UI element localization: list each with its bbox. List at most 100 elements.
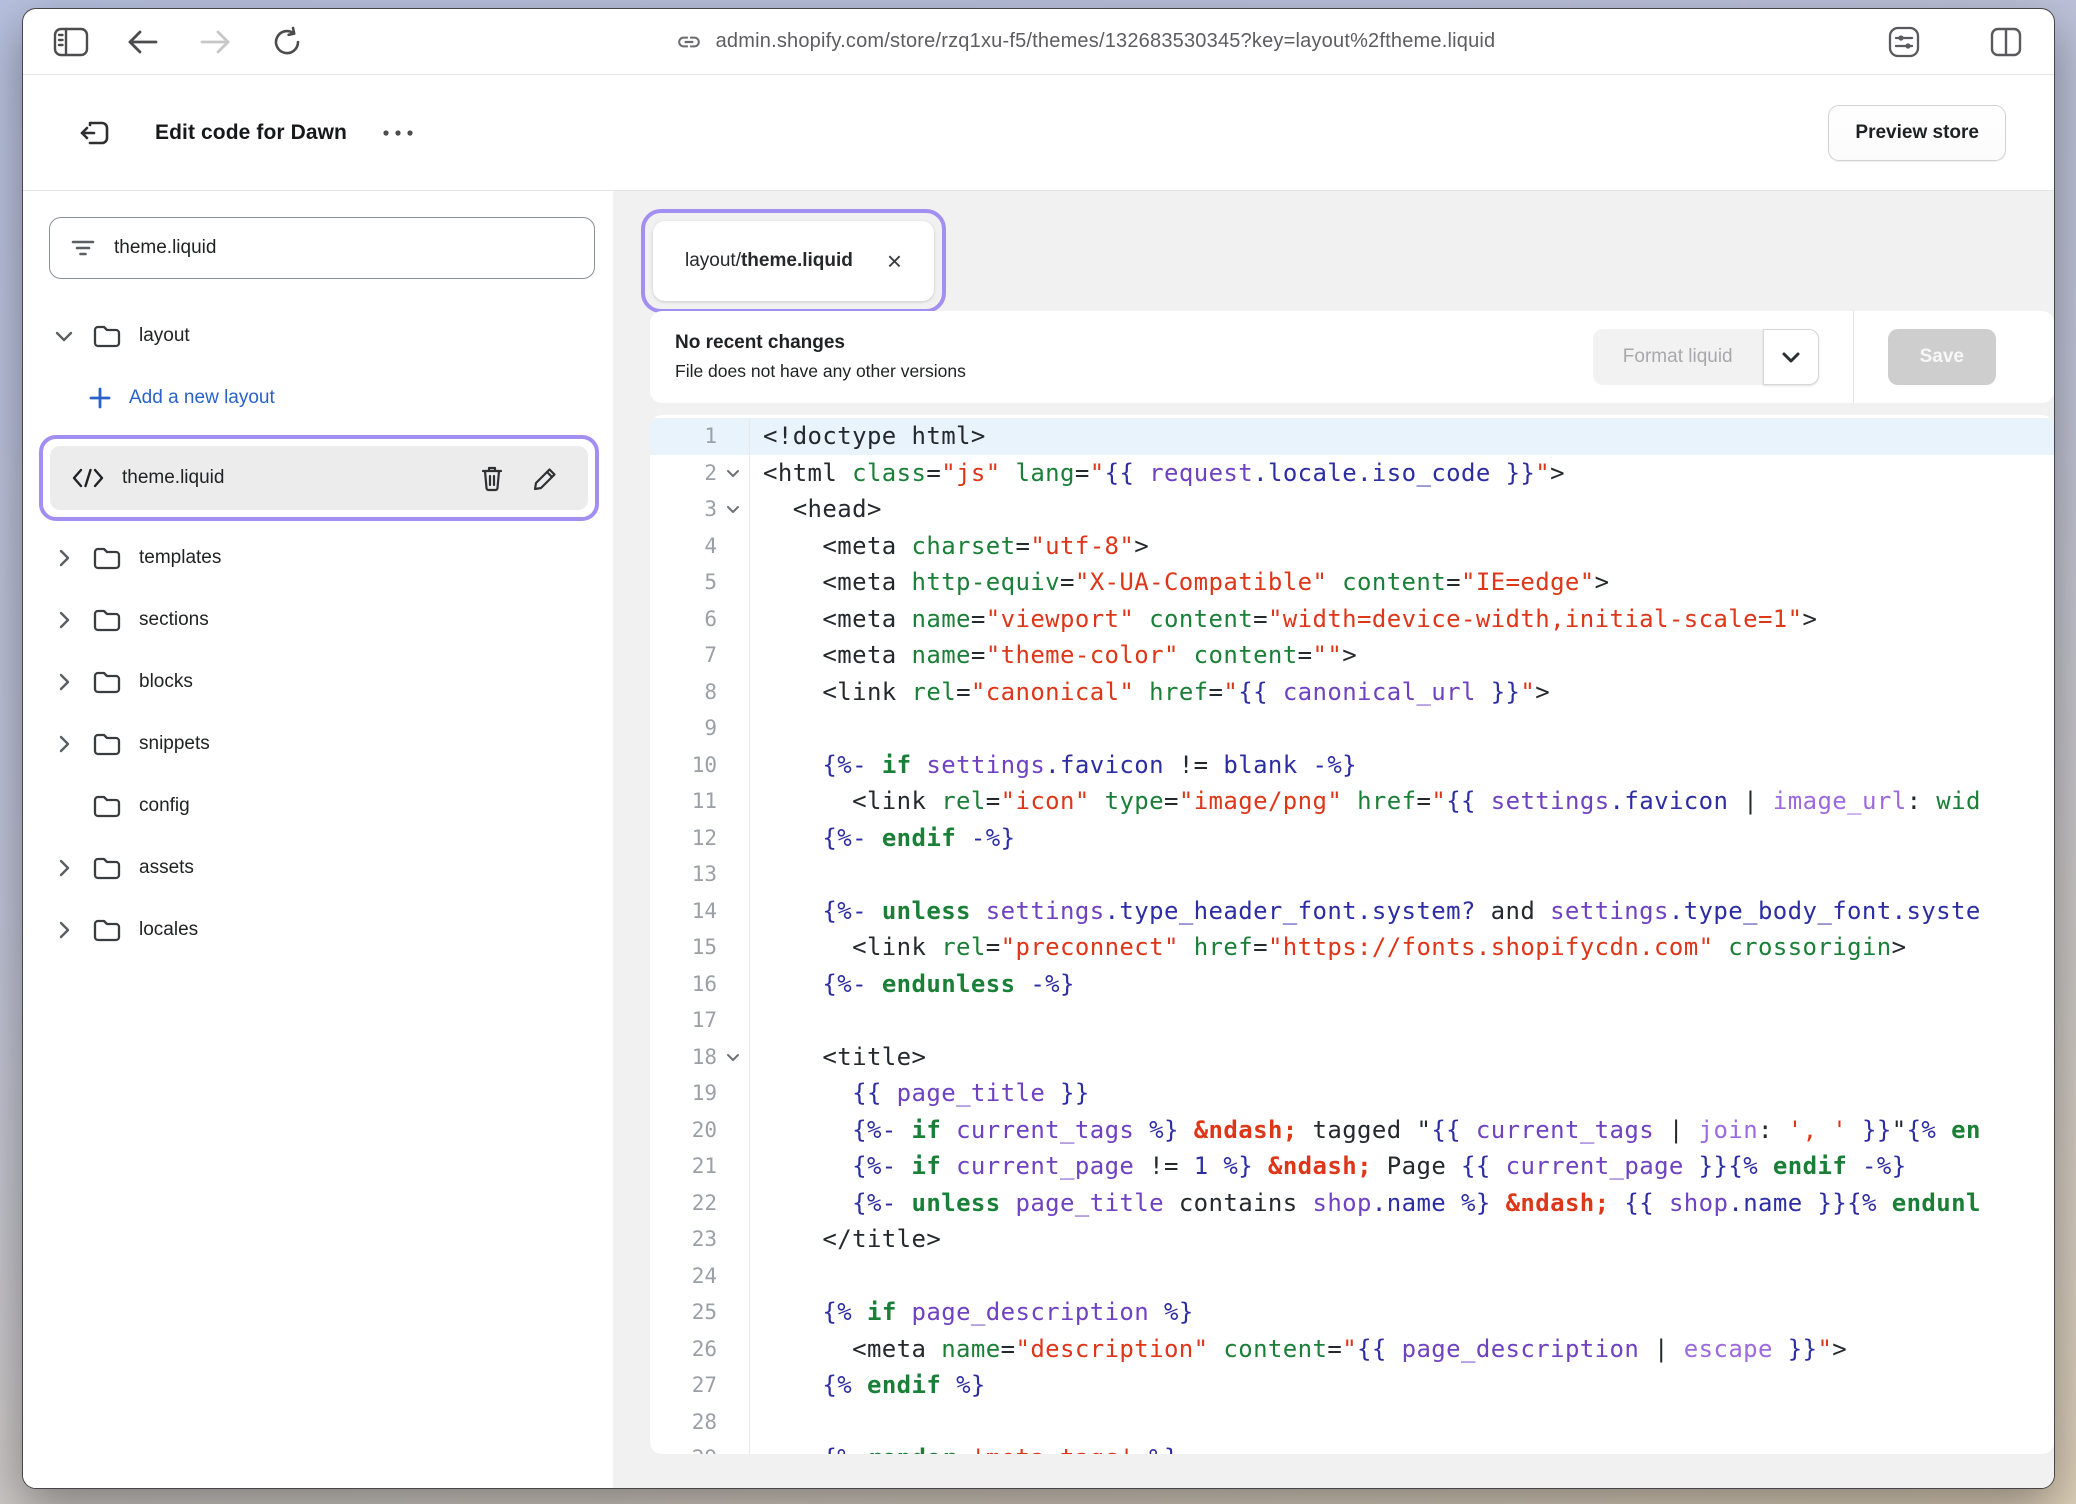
fold-spacer bbox=[722, 1075, 749, 1112]
tree-folder-assets[interactable]: assets bbox=[23, 837, 613, 899]
fold-spacer bbox=[722, 1112, 749, 1149]
code-line[interactable]: 1<!doctype html> bbox=[650, 418, 2054, 455]
fold-toggle[interactable] bbox=[722, 491, 749, 528]
code-text: <head> bbox=[750, 491, 2054, 528]
code-line[interactable]: 4 <meta charset="utf-8"> bbox=[650, 528, 2054, 565]
code-line[interactable]: 19 {{ page_title }} bbox=[650, 1075, 2054, 1112]
reload-icon bbox=[271, 26, 303, 58]
code-line[interactable]: 17 bbox=[650, 1002, 2054, 1039]
code-line[interactable]: 3 <head> bbox=[650, 491, 2054, 528]
line-number: 6 bbox=[650, 601, 722, 638]
tree-folder-snippets[interactable]: snippets bbox=[23, 713, 613, 775]
code-text: <meta name="description" content="{{ pag… bbox=[750, 1331, 2054, 1368]
tree-folder-sections[interactable]: sections bbox=[23, 589, 613, 651]
tree-folder-locales[interactable]: locales bbox=[23, 899, 613, 961]
code-line[interactable]: 5 <meta http-equiv="X-UA-Compatible" con… bbox=[650, 564, 2054, 601]
folder-label: sections bbox=[139, 609, 209, 631]
code-line[interactable]: 21 {%- if current_page != 1 %} &ndash; P… bbox=[650, 1148, 2054, 1185]
fold-spacer bbox=[722, 1148, 749, 1185]
rename-file-button[interactable] bbox=[528, 465, 564, 491]
code-text: {%- if current_page != 1 %} &ndash; Page… bbox=[750, 1148, 2054, 1185]
file-filter-input[interactable]: theme.liquid bbox=[49, 217, 595, 279]
fold-spacer bbox=[722, 929, 749, 966]
line-gutter: 11 bbox=[650, 783, 750, 820]
editor-panel: layout/theme.liquid × No recent changes … bbox=[613, 191, 2054, 1488]
address-bar[interactable]: admin.shopify.com/store/rzq1xu-f5/themes… bbox=[309, 29, 1862, 55]
code-line[interactable]: 28 bbox=[650, 1404, 2054, 1441]
trash-icon bbox=[479, 464, 505, 492]
back-button[interactable] bbox=[121, 20, 165, 64]
tree-folder-blocks[interactable]: blocks bbox=[23, 651, 613, 713]
code-line[interactable]: 29 {% render 'meta-tags' %} bbox=[650, 1440, 2054, 1454]
code-line[interactable]: 26 <meta name="description" content="{{ … bbox=[650, 1331, 2054, 1368]
code-line[interactable]: 27 {% endif %} bbox=[650, 1367, 2054, 1404]
fold-toggle[interactable] bbox=[722, 1039, 749, 1076]
code-text: <link rel="preconnect" href="https://fon… bbox=[750, 929, 2054, 966]
browser-settings-button[interactable] bbox=[1882, 20, 1926, 64]
code-line[interactable]: 11 <link rel="icon" type="image/png" hre… bbox=[650, 783, 2054, 820]
code-text bbox=[750, 856, 2054, 893]
tree-folder-config[interactable]: config bbox=[23, 775, 613, 837]
code-line[interactable]: 2<html class="js" lang="{{ request.local… bbox=[650, 455, 2054, 492]
code-text bbox=[750, 1002, 2054, 1039]
code-text: {%- if settings.favicon != blank -%} bbox=[750, 747, 2054, 784]
folder-label: config bbox=[139, 795, 190, 817]
url-text: admin.shopify.com/store/rzq1xu-f5/themes… bbox=[716, 30, 1496, 53]
tree-folder-templates[interactable]: templates bbox=[23, 527, 613, 589]
fold-spacer bbox=[722, 1294, 749, 1331]
tree-folder-layout[interactable]: layout bbox=[23, 305, 613, 367]
add-layout-label: Add a new layout bbox=[129, 387, 275, 409]
folder-label: locales bbox=[139, 919, 198, 941]
code-line[interactable]: 13 bbox=[650, 856, 2054, 893]
version-header: No recent changes File does not have any… bbox=[650, 311, 2054, 403]
chevron-right-icon bbox=[53, 549, 75, 567]
code-line[interactable]: 22 {%- unless page_title contains shop.n… bbox=[650, 1185, 2054, 1222]
content-area: theme.liquid layout bbox=[23, 191, 2054, 1488]
preview-store-button[interactable]: Preview store bbox=[1828, 105, 2006, 161]
delete-file-button[interactable] bbox=[474, 464, 510, 492]
save-button[interactable]: Save bbox=[1888, 329, 1996, 385]
line-number: 18 bbox=[650, 1039, 722, 1076]
code-line[interactable]: 25 {% if page_description %} bbox=[650, 1294, 2054, 1331]
tab-close-icon[interactable]: × bbox=[887, 248, 902, 274]
code-line[interactable]: 16 {%- endunless -%} bbox=[650, 966, 2054, 1003]
format-liquid-button[interactable]: Format liquid bbox=[1593, 329, 1763, 385]
fold-spacer bbox=[722, 856, 749, 893]
format-options-button[interactable] bbox=[1763, 329, 1819, 385]
code-text: {% if page_description %} bbox=[750, 1294, 2054, 1331]
reload-button[interactable] bbox=[265, 20, 309, 64]
code-line[interactable]: 6 <meta name="viewport" content="width=d… bbox=[650, 601, 2054, 638]
code-line[interactable]: 24 bbox=[650, 1258, 2054, 1295]
forward-button[interactable] bbox=[193, 20, 237, 64]
more-actions-button[interactable] bbox=[381, 128, 415, 138]
tree-file-theme-liquid[interactable]: theme.liquid bbox=[50, 446, 588, 510]
code-line[interactable]: 7 <meta name="theme-color" content=""> bbox=[650, 637, 2054, 674]
code-text: {%- unless page_title contains shop.name… bbox=[750, 1185, 2054, 1222]
code-line[interactable]: 15 <link rel="preconnect" href="https://… bbox=[650, 929, 2054, 966]
code-line[interactable]: 23 </title> bbox=[650, 1221, 2054, 1258]
code-line[interactable]: 14 {%- unless settings.type_header_font.… bbox=[650, 893, 2054, 930]
folder-icon bbox=[91, 855, 123, 881]
line-gutter: 7 bbox=[650, 637, 750, 674]
code-line[interactable]: 8 <link rel="canonical" href="{{ canonic… bbox=[650, 674, 2054, 711]
sidebar-toggle-button[interactable] bbox=[49, 20, 93, 64]
code-line[interactable]: 20 {%- if current_tags %} &ndash; tagged… bbox=[650, 1112, 2054, 1149]
code-line[interactable]: 18 <title> bbox=[650, 1039, 2054, 1076]
code-line[interactable]: 10 {%- if settings.favicon != blank -%} bbox=[650, 747, 2054, 784]
code-line[interactable]: 12 {%- endif -%} bbox=[650, 820, 2054, 857]
add-new-layout-link[interactable]: Add a new layout bbox=[23, 367, 613, 429]
code-line[interactable]: 9 bbox=[650, 710, 2054, 747]
code-text: <meta charset="utf-8"> bbox=[750, 528, 2054, 565]
fold-toggle[interactable] bbox=[722, 455, 749, 492]
fold-spacer bbox=[722, 1185, 749, 1222]
code-text: {% endif %} bbox=[750, 1367, 2054, 1404]
split-view-button[interactable] bbox=[1984, 20, 2028, 64]
fold-spacer bbox=[722, 564, 749, 601]
code-editor[interactable]: 1<!doctype html>2<html class="js" lang="… bbox=[650, 415, 2054, 1454]
fold-spacer bbox=[722, 893, 749, 930]
tab-layout-theme-liquid[interactable]: layout/theme.liquid × bbox=[653, 221, 934, 301]
code-text bbox=[750, 710, 2054, 747]
exit-editor-button[interactable] bbox=[73, 111, 117, 155]
link-icon bbox=[676, 29, 702, 55]
line-gutter: 4 bbox=[650, 528, 750, 565]
